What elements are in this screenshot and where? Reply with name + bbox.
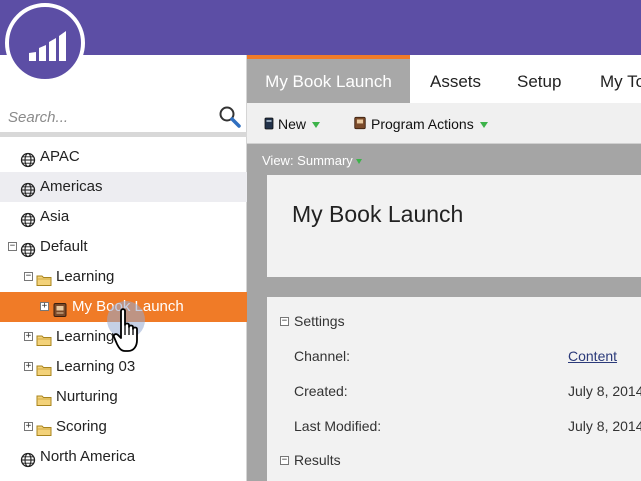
hand-cursor-icon: [112, 307, 143, 360]
tree-item-americas[interactable]: Americas: [0, 172, 247, 202]
tree-item-nurturing[interactable]: Nurturing: [0, 382, 247, 412]
globe-icon: [20, 449, 36, 468]
collapse-toggle[interactable]: −: [280, 455, 289, 465]
program-icon: [52, 299, 68, 317]
tree-item-asia[interactable]: Asia: [0, 202, 247, 232]
globe-icon: [20, 179, 36, 198]
tree-item-label: Scoring: [56, 418, 107, 435]
tree-item-learning[interactable]: − Learning: [0, 262, 247, 292]
last-modified-label: Last Modified:: [294, 418, 382, 434]
folder-icon: [36, 269, 52, 286]
tab-bar: My Book Launch Assets Setup My To: [247, 55, 641, 103]
tree-item-label: Learning: [56, 328, 115, 345]
program-actions-button[interactable]: Program Actions: [353, 114, 488, 134]
collapse-toggle[interactable]: −: [24, 272, 33, 281]
title-panel: My Book Launch: [267, 175, 641, 277]
program-actions-label: Program Actions: [371, 116, 474, 132]
top-bar: [0, 0, 641, 55]
tab-my-book-launch[interactable]: My Book Launch: [247, 55, 410, 103]
tree-item-label: Asia: [40, 208, 70, 225]
results-section-header[interactable]: − Results: [280, 452, 341, 468]
marketo-logo[interactable]: [5, 3, 85, 83]
program-actions-icon: [353, 115, 367, 135]
new-icon: [264, 115, 274, 135]
tree-item-default[interactable]: − Default: [0, 232, 247, 262]
tree-item-label: Learning: [56, 268, 115, 285]
created-value: July 8, 2014: [568, 383, 641, 399]
sidebar: APAC Americas Asia − Default −: [0, 55, 247, 481]
globe-icon: [20, 149, 36, 168]
new-label: New: [278, 116, 307, 132]
tree-item-label: APAC: [40, 148, 80, 165]
folder-icon: [36, 329, 52, 346]
tree-item-label: Nurturing: [56, 388, 118, 405]
new-button[interactable]: New: [264, 114, 321, 135]
settings-section-header[interactable]: − Settings: [280, 313, 345, 329]
tree-item-north-america[interactable]: North America: [0, 442, 247, 472]
dropdown-arrow-icon: [355, 159, 362, 165]
expand-toggle[interactable]: +: [24, 362, 33, 371]
expand-toggle[interactable]: +: [24, 332, 33, 341]
settings-heading: Settings: [294, 313, 345, 329]
view-bar: View: Summary: [247, 145, 641, 175]
tab-assets[interactable]: Assets: [430, 55, 481, 103]
created-label: Created:: [294, 383, 348, 399]
folder-icon: [36, 359, 52, 376]
tree-item-scoring[interactable]: + Scoring: [0, 412, 247, 442]
page-title: My Book Launch: [292, 201, 464, 227]
search-bar: [0, 97, 247, 137]
details-panel: − Settings Channel: Content Created: July…: [267, 297, 641, 481]
folder-icon: [36, 389, 52, 406]
tree-item-label: North America: [40, 448, 136, 465]
collapse-toggle[interactable]: −: [8, 242, 17, 251]
tree-item-label: Americas: [40, 178, 103, 195]
channel-label: Channel:: [294, 348, 351, 364]
channel-value[interactable]: Content: [568, 348, 617, 364]
collapse-toggle[interactable]: −: [280, 316, 289, 326]
search-icon[interactable]: [218, 105, 242, 134]
last-modified-value: July 8, 2014: [568, 418, 641, 434]
channel-value-link[interactable]: Content: [568, 348, 617, 364]
globe-icon: [20, 209, 36, 228]
view-selector[interactable]: View: Summary: [262, 153, 362, 168]
main-panel: My Book Launch Assets Setup My To New Pr…: [247, 55, 641, 481]
folder-icon: [36, 419, 52, 436]
expand-toggle[interactable]: +: [24, 422, 33, 431]
tab-my-tokens[interactable]: My To: [600, 55, 641, 103]
dropdown-arrow-icon: [312, 122, 321, 129]
search-input[interactable]: [8, 105, 208, 129]
expand-toggle[interactable]: +: [40, 302, 49, 311]
toolbar: New Program Actions: [247, 103, 641, 144]
tree-item-apac[interactable]: APAC: [0, 142, 247, 172]
results-heading: Results: [294, 452, 341, 468]
tree-item-label: Default: [40, 238, 88, 255]
view-label: View: Summary: [262, 153, 353, 168]
tab-setup[interactable]: Setup: [517, 55, 561, 103]
globe-icon: [20, 239, 36, 258]
dropdown-arrow-icon: [479, 122, 488, 129]
